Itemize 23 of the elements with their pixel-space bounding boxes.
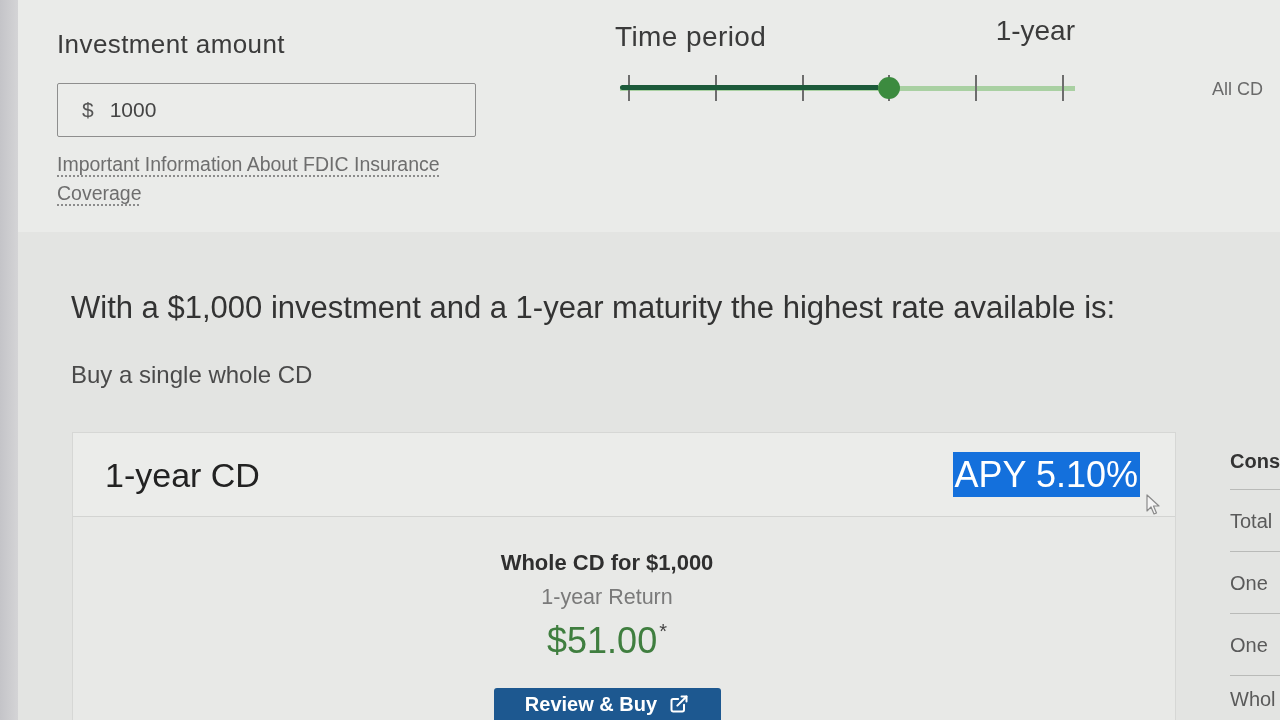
table-cell: One <box>1230 632 1268 657</box>
result-heading: With a $1,000 investment and a 1-year maturity the highest rate available is: <box>71 290 1117 326</box>
slider-thumb[interactable] <box>878 77 901 99</box>
table-cell: Whol <box>1230 687 1276 711</box>
review-and-buy-button[interactable]: Review & Buy <box>493 688 721 720</box>
offer-title: Whole CD for $1,000 <box>500 550 714 576</box>
external-link-icon <box>669 694 690 714</box>
investment-amount-field[interactable]: $ 1000 <box>57 83 476 137</box>
result-subheading: Buy a single whole CD <box>71 361 314 389</box>
investment-amount-label: Investment amount <box>57 29 286 59</box>
fdic-info-link[interactable]: Important Information About FDIC Insurance Coverage <box>57 150 476 208</box>
cd-title: 1-year CD <box>105 454 260 495</box>
table-cell: Total <box>1230 508 1273 533</box>
table-cell: One <box>1230 570 1268 595</box>
currency-prefix: $ <box>82 98 94 122</box>
time-period-value: 1-year <box>995 15 1075 47</box>
return-amount: $51.00$^{*}$ <box>547 621 667 661</box>
table-header-cell: Cons <box>1230 448 1280 473</box>
return-label: 1-year Return <box>541 584 673 610</box>
time-period-label: Time period <box>615 21 767 53</box>
amount-input[interactable]: 1000 <box>109 98 410 122</box>
all-cd-label: All CD <box>1212 78 1263 100</box>
apy-rate: APY 5.10% <box>952 452 1140 497</box>
